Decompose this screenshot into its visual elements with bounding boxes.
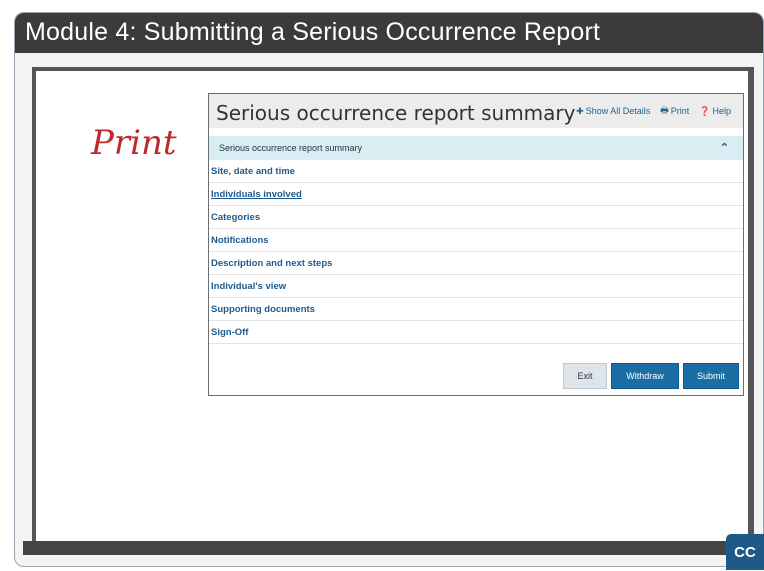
- accordion-header[interactable]: Serious occurrence report summary ⌃: [209, 136, 743, 160]
- chevron-up-icon[interactable]: ⌃: [720, 141, 729, 154]
- section-label: Categories: [211, 211, 261, 223]
- plus-icon: ✚: [576, 105, 584, 116]
- content-frame: Print Serious occurrence report summary …: [32, 67, 754, 547]
- slide-title: Module 4: Submitting a Serious Occurrenc…: [25, 18, 601, 46]
- show-all-details-link[interactable]: ✚ Show All Details: [576, 103, 650, 119]
- section-label: Notifications: [211, 234, 269, 246]
- section-individuals-view[interactable]: Individual's view: [209, 275, 743, 298]
- header-actions: ✚ Show All Details 🖶 Print ❓ Help: [576, 103, 731, 119]
- summary-sections-list: Site, date and time Individuals involved…: [209, 160, 743, 344]
- accordion-label: Serious occurrence report summary: [219, 143, 363, 153]
- section-label: Sign-Off: [211, 326, 249, 338]
- section-supporting-documents[interactable]: Supporting documents: [209, 298, 743, 321]
- show-all-details-label: Show All Details: [585, 106, 651, 116]
- exit-button[interactable]: Exit: [563, 363, 607, 389]
- bottom-bar: [23, 541, 749, 555]
- section-label: Individuals involved: [211, 188, 302, 200]
- closed-captions-button[interactable]: CC: [726, 534, 764, 570]
- section-individuals-involved[interactable]: Individuals involved: [209, 183, 743, 206]
- help-icon: ❓: [699, 105, 711, 116]
- print-link[interactable]: 🖶 Print: [660, 103, 689, 119]
- section-sign-off[interactable]: Sign-Off: [209, 321, 743, 344]
- section-site-date-time[interactable]: Site, date and time: [209, 160, 743, 183]
- section-notifications[interactable]: Notifications: [209, 229, 743, 252]
- section-description-next-steps[interactable]: Description and next steps: [209, 252, 743, 275]
- report-summary-panel: Serious occurrence report summary ✚ Show…: [208, 93, 744, 396]
- help-link-label: Help: [712, 106, 731, 116]
- title-bar: Module 4: Submitting a Serious Occurrenc…: [15, 13, 763, 53]
- section-label: Site, date and time: [211, 165, 295, 177]
- section-label: Description and next steps: [211, 257, 333, 269]
- help-link[interactable]: ❓ Help: [699, 103, 731, 119]
- print-label: Print: [91, 123, 177, 163]
- withdraw-button[interactable]: Withdraw: [611, 363, 679, 389]
- action-buttons: Exit Withdraw Submit: [563, 363, 739, 389]
- print-link-label: Print: [670, 106, 690, 116]
- section-label: Supporting documents: [211, 303, 315, 315]
- submit-button[interactable]: Submit: [683, 363, 739, 389]
- printer-icon: 🖶: [660, 105, 669, 115]
- slide-frame: Module 4: Submitting a Serious Occurrenc…: [14, 12, 764, 567]
- panel-title: Serious occurrence report summary: [216, 101, 576, 125]
- panel-header: Serious occurrence report summary ✚ Show…: [209, 94, 743, 128]
- section-label: Individual's view: [211, 280, 287, 292]
- section-categories[interactable]: Categories: [209, 206, 743, 229]
